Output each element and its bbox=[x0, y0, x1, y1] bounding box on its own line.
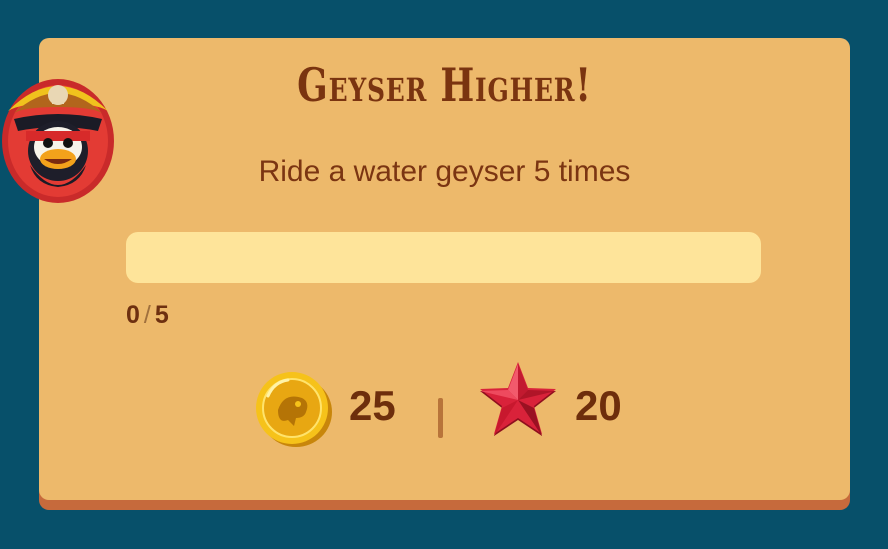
challenge-description: Ride a water geyser 5 times bbox=[258, 155, 631, 188]
coin-reward-value: 25 bbox=[349, 382, 396, 429]
progress-separator: / bbox=[143, 301, 151, 329]
challenge-card: Geyser Higher! Ride a water geyser 5 tim… bbox=[39, 38, 850, 500]
star-reward-value: 20 bbox=[575, 382, 622, 429]
progress-bar bbox=[126, 232, 761, 283]
reward-divider bbox=[438, 398, 443, 438]
progress-total: 5 bbox=[154, 301, 169, 329]
progress-count: 0/5 bbox=[126, 301, 169, 330]
progress-current: 0 bbox=[126, 301, 140, 329]
challenge-title: Geyser Higher! bbox=[297, 58, 592, 112]
pirate-penguin-avatar bbox=[2, 79, 114, 203]
rewards-row: 25 20 bbox=[39, 362, 850, 448]
coin-icon bbox=[256, 372, 332, 447]
red-star-icon bbox=[480, 362, 556, 436]
